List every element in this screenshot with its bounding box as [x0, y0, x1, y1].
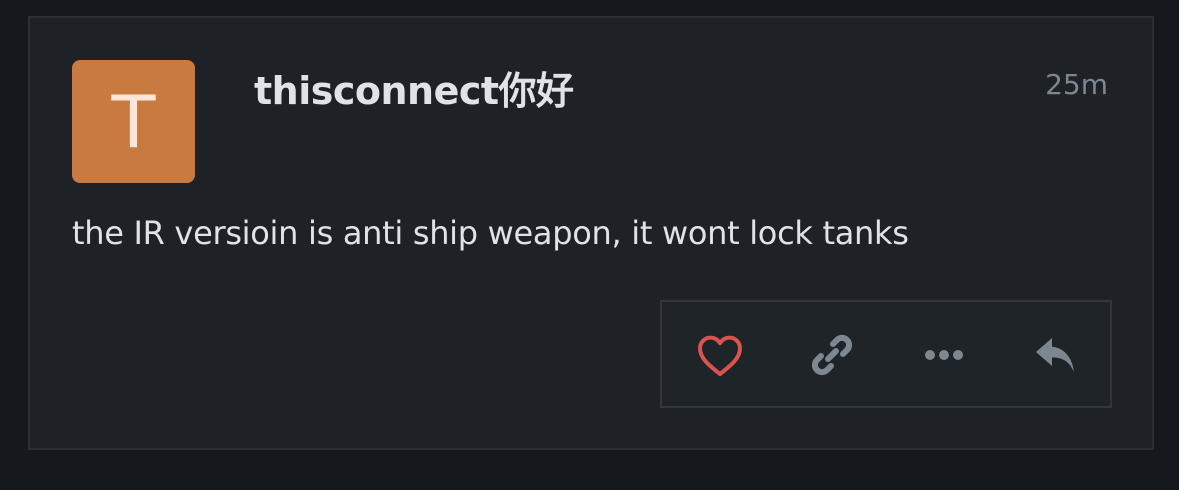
- post-timestamp[interactable]: 25m: [1045, 68, 1108, 101]
- reply-arrow-icon: [1036, 338, 1074, 372]
- heart-icon: [698, 335, 742, 376]
- more-options-button[interactable]: [918, 329, 970, 381]
- post-action-bar: [660, 300, 1112, 408]
- avatar-letter: T: [111, 79, 156, 164]
- username[interactable]: thisconnect你好: [254, 60, 574, 115]
- reply-button[interactable]: [1030, 329, 1082, 381]
- share-link-button[interactable]: [806, 329, 858, 381]
- more-horizontal-icon: [925, 350, 963, 360]
- like-button[interactable]: [694, 329, 746, 381]
- post-card: T thisconnect你好 25m the IR versioin is a…: [28, 16, 1154, 450]
- post-body: the IR versioin is anti ship weapon, it …: [72, 214, 909, 252]
- link-icon: [811, 334, 853, 376]
- avatar[interactable]: T: [72, 60, 195, 183]
